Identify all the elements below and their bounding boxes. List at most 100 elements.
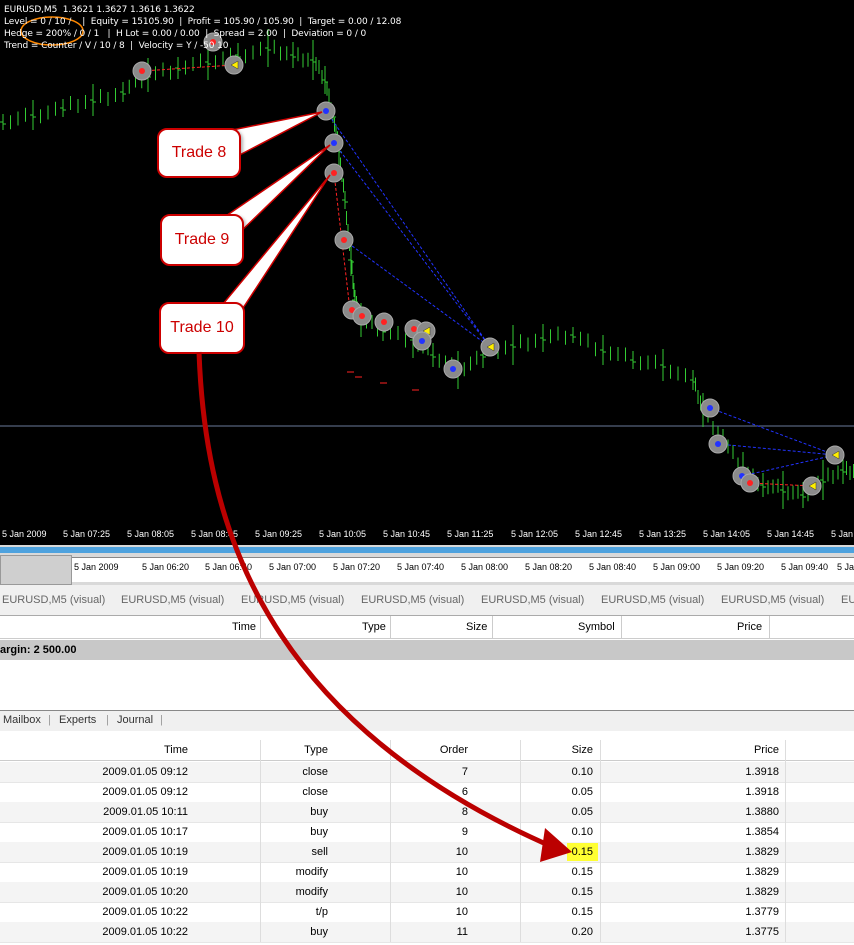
cell-time: 2009.01.05 10:22 [102, 906, 188, 918]
trade-open-icon [715, 441, 721, 447]
cell-order: 10 [455, 866, 468, 878]
cell-order: 10 [455, 846, 468, 858]
col-price-header[interactable]: Price [737, 621, 762, 633]
table-row[interactable]: 2009.01.05 09:12 close 6 0.05 1.3918 [0, 782, 854, 803]
chart-tab[interactable]: EURUSD,M5 (visual) [121, 594, 224, 606]
time-tick: 5 Jan 12:45 [575, 529, 623, 539]
time-tick: 5 Jan 09:00 [653, 562, 701, 572]
table-row[interactable]: 2009.01.05 10:22 t/p 10 0.15 1.3779 [0, 902, 854, 923]
trade-open-icon [331, 140, 337, 146]
table-row[interactable]: 2009.01.05 09:12 close 7 0.10 1.3918 [0, 762, 854, 783]
cell-time: 2009.01.05 10:19 [102, 866, 188, 878]
cell-size: 0.05 [571, 806, 593, 818]
chart-tab[interactable]: EURUSD,M5 (visual) [721, 594, 824, 606]
time-tick: 5 Jan 14:45 [767, 529, 815, 539]
chart-tab[interactable]: EURUSD,M5 (visual) [2, 594, 105, 606]
col-size-header[interactable]: Size [572, 744, 593, 756]
cell-type: modify [295, 866, 328, 878]
history-table-header: Time Type Order Size Price [0, 740, 854, 761]
cell-price: 1.3829 [745, 886, 779, 898]
col-order-header[interactable]: Order [440, 744, 468, 756]
cell-price: 1.3918 [745, 786, 779, 798]
cell-type: buy [310, 926, 328, 938]
cell-type: sell [311, 846, 328, 858]
table-row[interactable]: 2009.01.05 10:22 buy 11 0.20 1.3775 [0, 922, 854, 943]
overview-scrollbar[interactable] [0, 547, 854, 553]
cell-size: 0.15 [571, 866, 593, 878]
col-symbol-header[interactable]: Symbol [578, 621, 615, 633]
time-tick: 5 Jan 08:45 [191, 529, 239, 539]
time-tick: 5 Jan 08:20 [525, 562, 573, 572]
time-tick: 5 Jan 10:05 [319, 529, 367, 539]
overview-time-axis: 5 Jan 2009 5 Jan 06:20 5 Jan 06:40 5 Jan… [72, 557, 854, 582]
col-type-header[interactable]: Type [362, 621, 386, 633]
tab-experts[interactable]: Experts [59, 714, 96, 726]
chart-tab[interactable]: EURUSD,M5 (visual) [361, 594, 464, 606]
col-time-header[interactable]: Time [232, 621, 256, 633]
cell-size: 0.10 [571, 766, 593, 778]
cell-type: buy [310, 826, 328, 838]
cell-time: 2009.01.05 10:22 [102, 926, 188, 938]
time-tick: 5 Jan 06:20 [142, 562, 190, 572]
tab-journal[interactable]: Journal [117, 714, 153, 726]
cell-time: 2009.01.05 10:19 [102, 846, 188, 858]
chart-symbol-line: EURUSD,M5 1.3621 1.3627 1.3616 1.3622 [4, 5, 195, 15]
cell-size: 0.10 [571, 826, 593, 838]
cell-price: 1.3829 [745, 866, 779, 878]
cell-time: 2009.01.05 09:12 [102, 786, 188, 798]
tab-mailbox[interactable]: Mailbox [3, 714, 41, 726]
cell-type: close [302, 766, 328, 778]
price-chart[interactable]: EURUSD,M5 1.3621 1.3627 1.3616 1.3622 Le… [0, 0, 854, 545]
col-type-header[interactable]: Type [304, 744, 328, 756]
buy-trade-line [709, 407, 836, 456]
chart-tab[interactable]: EURUSD,M5 (visual) [241, 594, 344, 606]
time-tick: 5 Jan 09:25 [255, 529, 303, 539]
trade-list-area [0, 660, 854, 711]
trade-open-icon [381, 319, 387, 325]
chart-tab[interactable]: EURU [841, 594, 854, 606]
table-row[interactable]: 2009.01.05 10:19 modify 10 0.15 1.3829 [0, 862, 854, 883]
cell-price: 1.3880 [745, 806, 779, 818]
table-row[interactable]: 2009.01.05 10:19 sell 10 0.15 1.3829 [0, 842, 854, 863]
cell-order: 10 [455, 886, 468, 898]
cell-size: 0.15 [571, 886, 593, 898]
time-tick: 5 Jan 07:20 [333, 562, 381, 572]
time-tick: 5 Jan 07:40 [397, 562, 445, 572]
chart-tab[interactable]: EURUSD,M5 (visual) [481, 594, 584, 606]
table-row[interactable]: 2009.01.05 10:20 modify 10 0.15 1.3829 [0, 882, 854, 903]
cell-time: 2009.01.05 10:20 [102, 886, 188, 898]
time-tick: 5 Jan [831, 529, 854, 539]
chart-time-axis: 5 Jan 2009 5 Jan 07:25 5 Jan 08:05 5 Jan… [0, 520, 854, 542]
chart-canvas [0, 16, 854, 509]
cell-type: close [302, 786, 328, 798]
cell-time: 2009.01.05 10:17 [102, 826, 188, 838]
trade-open-icon [139, 68, 145, 74]
cell-type: modify [295, 886, 328, 898]
trade-open-icon [323, 108, 329, 114]
cell-price: 1.3918 [745, 766, 779, 778]
cell-size: 0.15 [566, 843, 598, 861]
time-tick: 5 Jan 13:25 [639, 529, 687, 539]
cell-price: 1.3854 [745, 826, 779, 838]
callout-trade-9: Trade 9 [160, 214, 244, 266]
chart-window-tabs: EURUSD,M5 (visual) EURUSD,M5 (visual) EU… [0, 585, 854, 616]
overview-handle[interactable] [0, 555, 72, 585]
cell-size: 0.20 [571, 926, 593, 938]
col-time-header[interactable]: Time [164, 744, 188, 756]
cell-time: 2009.01.05 09:12 [102, 766, 188, 778]
table-row[interactable]: 2009.01.05 10:11 buy 8 0.05 1.3880 [0, 802, 854, 823]
time-tick: 5 Jan 14:05 [703, 529, 751, 539]
overview-strip[interactable]: 5 Jan 2009 5 Jan 06:20 5 Jan 06:40 5 Jan… [0, 545, 854, 585]
col-size-header[interactable]: Size [466, 621, 487, 633]
trade-table-header: Time Type Size Symbol Price [0, 616, 854, 639]
chart-tab[interactable]: EURUSD,M5 (visual) [601, 594, 704, 606]
table-row[interactable]: 2009.01.05 10:17 buy 9 0.10 1.3854 [0, 822, 854, 843]
time-tick: 5 Jan 2009 [2, 529, 47, 539]
col-price-header[interactable]: Price [754, 744, 779, 756]
time-tick: 5 Ja [837, 562, 854, 572]
time-tick: 5 Jan 08:00 [461, 562, 509, 572]
cell-price: 1.3779 [745, 906, 779, 918]
cell-order: 10 [455, 906, 468, 918]
margin-row: argin: 2 500.00 [0, 640, 854, 660]
time-tick: 5 Jan 12:05 [511, 529, 559, 539]
